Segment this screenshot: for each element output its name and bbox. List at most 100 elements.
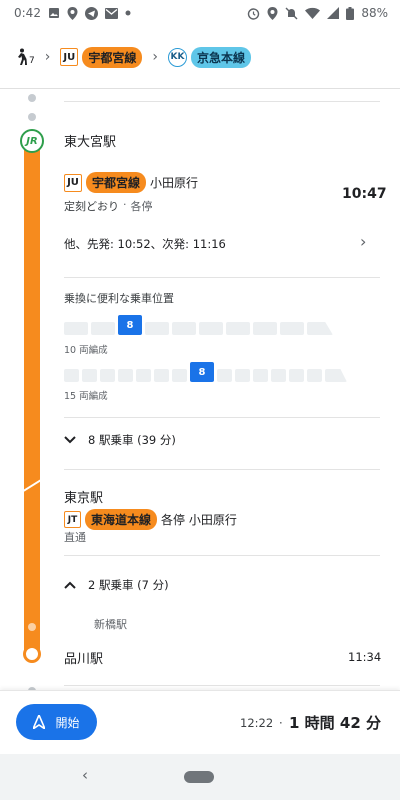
train-car-selected: 8 xyxy=(190,362,214,382)
divider xyxy=(64,417,380,418)
chevron-down-icon xyxy=(64,436,76,444)
ride-expander-2[interactable]: 2 駅乗車 (7 分) xyxy=(64,577,169,593)
start-button-label: 開始 xyxy=(55,715,80,730)
intermediate-stop-dot xyxy=(28,623,36,631)
line-name-pill: 宇都宮線 xyxy=(82,46,143,68)
status-line: 定刻どおり · 各停 xyxy=(64,198,153,214)
ride-summary: 8 駅乗車 (39 分) xyxy=(88,433,176,447)
train-car xyxy=(136,369,151,382)
separator: · xyxy=(279,716,283,730)
signal-icon xyxy=(327,7,340,19)
train-car xyxy=(226,322,250,335)
line-info[interactable]: JU 宇都宮線 小田原行 xyxy=(64,172,198,193)
directions-list[interactable]: JR 東大宮駅 JU 宇都宮線 小田原行 10:47 定刻どおり · 各停 他、… xyxy=(0,89,400,690)
service-type: 各停 xyxy=(130,200,153,213)
line-code-badge: JU xyxy=(64,173,82,192)
arrival-stop-circle xyxy=(23,645,41,663)
timeline-line xyxy=(24,137,40,662)
divider xyxy=(64,101,380,102)
ride-summary: 2 駅乗車 (7 分) xyxy=(88,578,169,592)
train-car xyxy=(217,369,232,382)
line-code-badge: JT xyxy=(64,511,81,528)
status-bar: 0:42 88% xyxy=(0,0,400,26)
train-car xyxy=(82,369,97,382)
wifi-icon xyxy=(305,7,321,19)
departure-station[interactable]: 東大宮駅 xyxy=(64,131,116,150)
through-service: 直通 xyxy=(64,531,86,544)
train-car xyxy=(145,322,169,335)
train-car xyxy=(307,369,322,382)
route-leg-1: JU 宇都宮線 xyxy=(60,46,143,68)
departure-time: 10:47 xyxy=(342,186,387,202)
boarding-position-title: 乗換に便利な乗車位置 xyxy=(64,292,174,305)
train-car xyxy=(235,369,250,382)
do-not-disturb-icon xyxy=(285,7,298,19)
jr-logo-icon: JR xyxy=(20,129,44,153)
route-leg-2: KK 京急本線 xyxy=(167,46,251,68)
train-car xyxy=(280,322,304,335)
train-diagram-10: 8 xyxy=(64,315,333,335)
train-car xyxy=(289,369,304,382)
train-car-front xyxy=(325,369,347,382)
location-icon xyxy=(67,6,78,20)
train-car xyxy=(64,369,79,382)
status-left: 0:42 xyxy=(14,6,131,20)
start-navigation-button[interactable]: 開始 xyxy=(16,704,97,740)
navigation-arrow-icon xyxy=(33,715,46,729)
walking-person-icon xyxy=(18,48,27,65)
train-car-selected: 8 xyxy=(118,315,142,335)
notification-dot-icon xyxy=(125,10,131,16)
home-pill-icon[interactable] xyxy=(184,771,214,783)
train-car xyxy=(253,322,277,335)
status-right: 88% xyxy=(247,6,388,20)
ride-expander-1[interactable]: 8 駅乗車 (39 分) xyxy=(64,432,176,448)
alarm-icon xyxy=(248,7,260,20)
back-icon[interactable]: ‹ xyxy=(82,766,88,784)
train-car xyxy=(172,322,196,335)
transfer-station[interactable]: 東京駅 xyxy=(64,487,103,506)
chevron-up-icon xyxy=(64,581,76,589)
chevron-right-icon: › xyxy=(44,49,51,65)
line-name-pill: 宇都宮線 xyxy=(86,172,147,193)
chevron-right-icon: › xyxy=(152,49,158,65)
divider xyxy=(64,469,380,470)
total-duration: 1 時間 42 分 xyxy=(289,714,381,732)
train-diagram-15: 8 xyxy=(64,362,347,382)
train-length-label: 15 両編成 xyxy=(64,391,108,402)
battery-percent: 88% xyxy=(361,6,388,20)
chevron-right-icon[interactable]: › xyxy=(360,232,366,251)
train-car xyxy=(253,369,268,382)
arrival-station[interactable]: 品川駅 xyxy=(64,648,103,667)
divider xyxy=(64,555,380,556)
destination: 小田原行 xyxy=(150,176,199,190)
train-car xyxy=(172,369,187,382)
train-car xyxy=(199,322,223,335)
battery-icon xyxy=(346,6,355,20)
train-car xyxy=(64,322,88,335)
on-time-status: 定刻どおり xyxy=(64,200,119,213)
line-code-badge: JU xyxy=(60,48,79,66)
walk-step: 7 xyxy=(14,48,35,66)
separator: · xyxy=(123,198,127,211)
other-departures[interactable]: 他、先発: 10:52、次発: 11:16 xyxy=(64,236,226,252)
line-name-pill: 東海道本線 xyxy=(85,509,158,530)
line-info[interactable]: JT 東海道本線 各停 小田原行 xyxy=(64,509,237,530)
arrival-clock-time: 12:22 xyxy=(240,716,274,730)
divider xyxy=(64,277,380,278)
image-icon xyxy=(48,8,59,18)
train-car xyxy=(271,369,286,382)
train-car xyxy=(118,369,133,382)
mail-icon xyxy=(104,7,118,19)
line-code-badge: KK xyxy=(167,47,187,67)
train-car xyxy=(154,369,169,382)
route-summary-bar[interactable]: 7 › JU 宇都宮線 › KK 京急本線 xyxy=(0,26,400,88)
divider xyxy=(64,685,380,686)
walk-dot xyxy=(28,94,36,102)
train-car xyxy=(100,369,115,382)
telegram-icon xyxy=(84,6,98,20)
train-car xyxy=(91,322,115,335)
line-name-pill: 京急本線 xyxy=(190,46,251,68)
location-icon xyxy=(267,6,278,20)
arrival-time: 11:34 xyxy=(348,650,382,664)
train-length-label: 10 両編成 xyxy=(64,345,108,356)
